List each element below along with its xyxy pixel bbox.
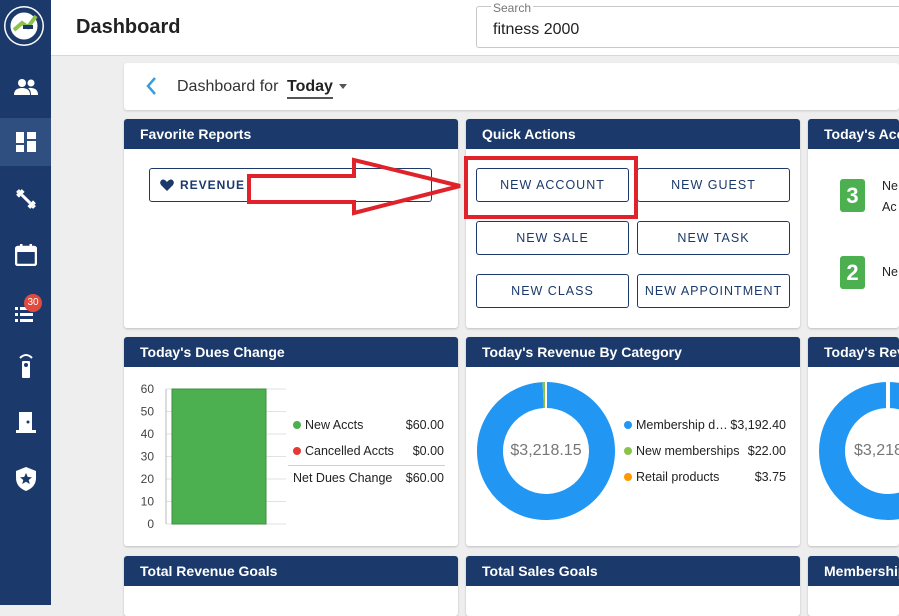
annotation-overlay xyxy=(0,0,899,605)
red-arrow-annotation xyxy=(249,160,460,213)
red-highlight-box xyxy=(466,158,636,217)
